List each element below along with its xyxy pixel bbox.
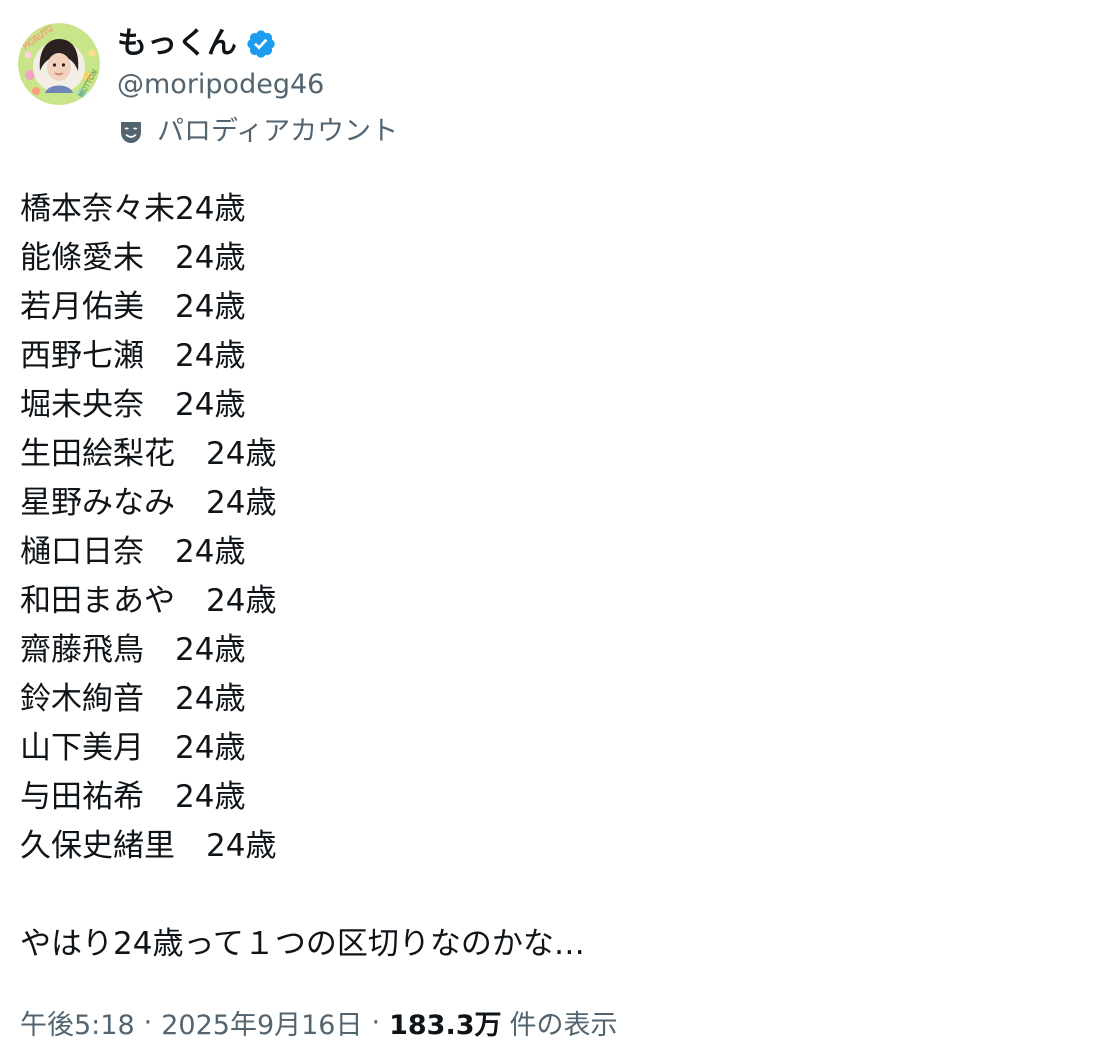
- tweet-time[interactable]: 午後5:18: [20, 1003, 135, 1042]
- views-label: 件の表示: [509, 1009, 618, 1041]
- author-handle[interactable]: @moripodeg46: [117, 67, 324, 103]
- tweet-date[interactable]: 2025年9月16日: [161, 1003, 362, 1042]
- verified-badge-icon: [245, 28, 277, 60]
- tweet-line: 山下美月 24歳: [20, 730, 246, 766]
- tweet-line: 堀未央奈 24歳: [20, 387, 246, 423]
- meta-separator: ·: [371, 1006, 381, 1038]
- tweet-closing-line: やはり24歳って１つの区切りなのかな…: [20, 926, 585, 962]
- tweet-line: 与田祐希 24歳: [20, 779, 246, 815]
- author-name-row: もっくん: [117, 24, 277, 64]
- tweet-line: 樋口日奈 24歳: [20, 534, 246, 570]
- tweet-line: 星野みなみ 24歳: [20, 485, 277, 521]
- tweet-line: 西野七瀬 24歳: [20, 338, 246, 374]
- tweet-meta: 午後5:18 · 2025年9月16日 · 183.3万 件の表示: [20, 1002, 617, 1042]
- avatar-image: HORUTO MOTTON: [18, 23, 100, 105]
- tweet-line: 和田まあや 24歳: [20, 583, 277, 619]
- display-name[interactable]: もっくん: [117, 24, 237, 64]
- tweet-text: 橋本奈々未24歳 能條愛未 24歳 若月佑美 24歳 西野七瀬 24歳 堀未央奈…: [20, 185, 1080, 871]
- mask-icon: [117, 118, 145, 146]
- tweet-line: 生田絵梨花 24歳: [20, 436, 277, 472]
- views-count: 183.3万: [389, 1009, 502, 1041]
- tweet-line: 鈴木絢音 24歳: [20, 681, 246, 717]
- avatar[interactable]: HORUTO MOTTON: [18, 23, 100, 105]
- tweet: HORUTO MOTTON もっくん @moripodeg46 パロディアカウン…: [0, 0, 1100, 1062]
- tweet-line: 若月佑美 24歳: [20, 289, 246, 325]
- tweet-line: 橋本奈々未24歳: [20, 191, 246, 227]
- tweet-line: 齋藤飛鳥 24歳: [20, 632, 246, 668]
- parody-account-label: パロディアカウント: [117, 113, 398, 151]
- tweet-line: 久保史緒里 24歳: [20, 828, 277, 864]
- meta-separator: ·: [143, 1006, 153, 1038]
- tweet-line: 能條愛未 24歳: [20, 240, 246, 276]
- parody-label-text: パロディアカウント: [157, 116, 399, 147]
